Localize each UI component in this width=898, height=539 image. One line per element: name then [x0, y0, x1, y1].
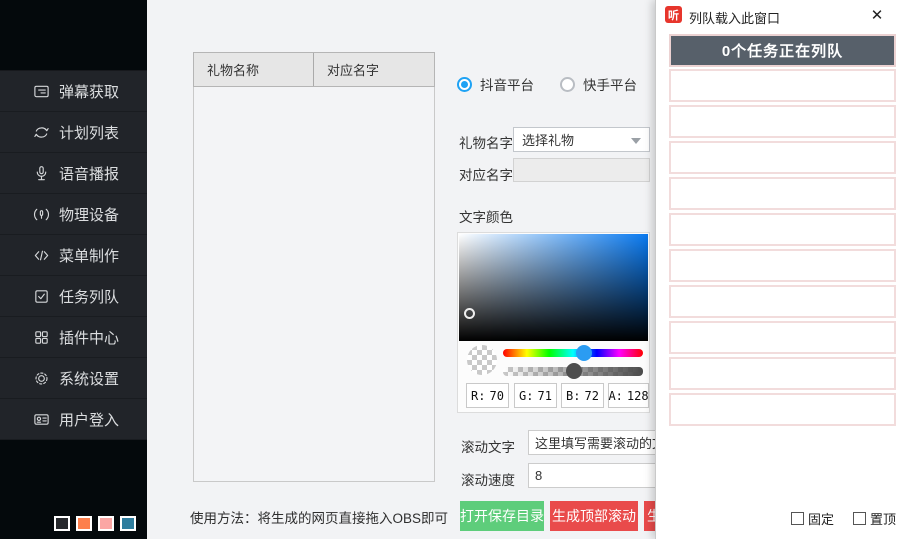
gift-select-value: 选择礼物 [522, 130, 574, 149]
alpha-value-field[interactable]: A: 128 [608, 383, 649, 408]
radio-douyin[interactable] [457, 77, 472, 92]
theme-swatch-dark[interactable] [54, 516, 70, 531]
theme-swatch-teal[interactable] [120, 516, 136, 531]
platform-radio-group: 抖音平台 快手平台 [457, 74, 637, 94]
scroll-text-input[interactable] [528, 430, 665, 455]
radio-kuaishou-label: 快手平台 [583, 74, 637, 94]
column-header-mapped-name: 对应名字 [314, 53, 434, 86]
usage-note: 使用方法：将生成的网页直接拖入OBS即可 [190, 507, 448, 527]
queue-row [669, 357, 896, 390]
sidebar-item-label: 物理设备 [59, 204, 119, 225]
sidebar-item-device[interactable]: 物理设备 [0, 194, 147, 235]
queue-row [669, 105, 896, 138]
hue-slider-handle[interactable] [576, 345, 592, 361]
scroll-speed-label: 滚动速度 [461, 469, 515, 489]
green-label: G: [519, 389, 533, 403]
sidebar-menu: 弹幕获取 计划列表 语音播报 物理设备 菜单制作 [0, 70, 147, 440]
plan-refresh-icon [33, 124, 50, 141]
theme-swatch-pink[interactable] [98, 516, 114, 531]
sidebar-item-label: 菜单制作 [59, 245, 119, 266]
blue-value-field[interactable]: B: 72 [561, 383, 604, 408]
gift-table: 礼物名称 对应名字 [193, 52, 435, 482]
queue-row [669, 141, 896, 174]
radio-kuaishou[interactable] [560, 77, 575, 92]
queue-row [669, 249, 896, 282]
sidebar-item-label: 插件中心 [59, 327, 119, 348]
alpha-slider[interactable] [503, 367, 643, 376]
gear-icon [33, 370, 50, 387]
sidebar-item-label: 计划列表 [59, 122, 119, 143]
red-value-field[interactable]: R: 70 [466, 383, 509, 408]
red-label: R: [471, 389, 485, 403]
fixed-checkbox-label: 固定 [808, 509, 834, 528]
task-check-icon [33, 288, 50, 305]
mapped-name-input[interactable] [513, 158, 650, 182]
physical-device-icon [33, 206, 50, 223]
app-listen-icon: 听 [665, 6, 682, 23]
scroll-speed-input[interactable] [528, 463, 665, 488]
blue-label: B: [566, 389, 580, 403]
hue-slider[interactable] [503, 349, 643, 357]
id-card-icon [33, 411, 50, 428]
mapped-name-label: 对应名字 [459, 164, 513, 184]
red-value: 70 [490, 389, 504, 403]
alpha-label: A: [608, 389, 622, 403]
theme-swatches [54, 516, 136, 531]
theme-swatch-orange[interactable] [76, 516, 92, 531]
green-value-field[interactable]: G: 71 [514, 383, 557, 408]
alpha-slider-handle[interactable] [566, 363, 582, 379]
close-icon[interactable]: ✕ [866, 4, 888, 26]
queue-row [669, 285, 896, 318]
fixed-checkbox-box[interactable] [791, 512, 804, 525]
sidebar-item-danmaku[interactable]: 弹幕获取 [0, 71, 147, 112]
scroll-text-label: 滚动文字 [461, 436, 515, 456]
radio-douyin-label: 抖音平台 [480, 74, 534, 94]
sidebar-item-label: 系统设置 [59, 368, 119, 389]
danmaku-icon [33, 83, 50, 100]
sidebar-item-user-login[interactable]: 用户登入 [0, 399, 147, 440]
always-on-top-checkbox-label: 置顶 [870, 509, 896, 528]
open-save-folder-button[interactable]: 打开保存目录 [460, 501, 544, 531]
color-preview-swatch [467, 345, 497, 375]
queue-row [669, 321, 896, 354]
fixed-checkbox[interactable]: 固定 [791, 509, 834, 528]
queue-row [669, 393, 896, 426]
always-on-top-checkbox-box[interactable] [853, 512, 866, 525]
sidebar-item-label: 用户登入 [59, 409, 119, 430]
blue-value: 72 [585, 389, 599, 403]
queue-row [669, 213, 896, 246]
sidebar-item-plan-list[interactable]: 计划列表 [0, 112, 147, 153]
green-value: 71 [538, 389, 552, 403]
sidebar-item-menu-maker[interactable]: 菜单制作 [0, 235, 147, 276]
always-on-top-checkbox[interactable]: 置顶 [853, 509, 896, 528]
gift-name-label: 礼物名字 [459, 132, 513, 152]
sidebar-item-label: 语音播报 [59, 163, 119, 184]
queue-row [669, 69, 896, 102]
microphone-icon [33, 165, 50, 182]
gift-select-dropdown[interactable]: 选择礼物 [513, 127, 650, 152]
sidebar-item-settings[interactable]: 系统设置 [0, 358, 147, 399]
code-icon [33, 247, 50, 264]
sidebar-item-label: 任务列队 [59, 286, 119, 307]
alpha-value: 128 [627, 389, 649, 403]
sidebar-item-plugin-center[interactable]: 插件中心 [0, 317, 147, 358]
text-color-label: 文字颜色 [459, 206, 513, 226]
queue-status-header: 0个任务正在列队 [669, 34, 896, 67]
sidebar: 弹幕获取 计划列表 语音播报 物理设备 菜单制作 [0, 0, 147, 539]
queue-window-title: 列队载入此窗口 [689, 8, 780, 27]
sidebar-item-label: 弹幕获取 [59, 81, 119, 102]
column-header-gift-name: 礼物名称 [194, 53, 314, 86]
chevron-down-icon [631, 138, 641, 144]
gift-table-header: 礼物名称 对应名字 [193, 52, 435, 87]
sidebar-item-voice[interactable]: 语音播报 [0, 153, 147, 194]
generate-top-scroll-button[interactable]: 生成顶部滚动 [550, 501, 638, 531]
saturation-value-area[interactable] [459, 234, 648, 341]
queue-window: 听 列队载入此窗口 ✕ 0个任务正在列队 固定 置顶 [655, 0, 898, 539]
sidebar-item-task-queue[interactable]: 任务列队 [0, 276, 147, 317]
gift-table-body [193, 87, 435, 482]
sv-cursor-handle[interactable] [464, 308, 475, 319]
plugin-grid-icon [33, 329, 50, 346]
queue-row [669, 177, 896, 210]
color-picker: R: 70 G: 71 B: 72 A: 128 [457, 232, 650, 413]
